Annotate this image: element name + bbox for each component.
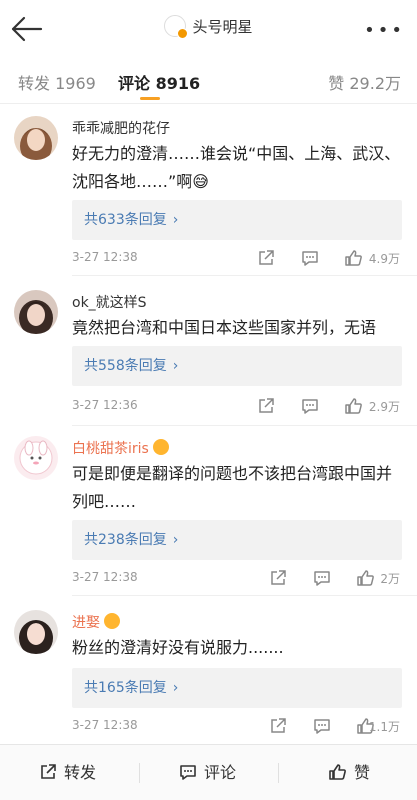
- view-replies-button[interactable]: 共633条回复 ›: [72, 200, 402, 240]
- chevron-right-icon: ›: [172, 358, 179, 374]
- comment-username[interactable]: 乖乖减肥的花仔: [72, 118, 170, 138]
- replies-count: 共633条回复: [84, 212, 167, 228]
- comment-item: 白桃甜茶iris 可是即便是翻译的问题也不该把台湾跟中国并列吧…… 共238条回…: [0, 436, 417, 596]
- tab-comment[interactable]: 评论 8916: [118, 70, 200, 94]
- share-icon[interactable]: [256, 248, 276, 268]
- share-icon[interactable]: [268, 716, 288, 736]
- replies-count: 共558条回复: [84, 358, 167, 374]
- comment-icon: [180, 764, 196, 780]
- avatar[interactable]: [14, 116, 58, 160]
- like-label: 赞: [354, 763, 371, 782]
- chevron-right-icon: ›: [172, 532, 179, 548]
- divider: [72, 595, 417, 596]
- account-name: 头号明星: [192, 18, 253, 36]
- comment-meta: 3-27 12:38 4.9万: [72, 248, 402, 268]
- tab-forward[interactable]: 转发 1969: [18, 70, 96, 94]
- member-badge-icon: [104, 613, 120, 629]
- comment-time: 3-27 12:38: [72, 718, 138, 732]
- like-icon[interactable]: [356, 568, 376, 588]
- comment-text: 好无力的澄清……谁会说“中国、上海、武汉、沈阳各地……”啊😅: [72, 144, 401, 191]
- like-count: 4.9万: [368, 252, 400, 266]
- divider: [139, 763, 140, 783]
- bottom-action-bar: 转发 评论 赞: [0, 744, 417, 800]
- comment-button[interactable]: 评论: [178, 745, 236, 800]
- avatar[interactable]: [14, 436, 58, 480]
- chevron-right-icon: ›: [172, 680, 179, 696]
- member-badge-icon: [152, 439, 169, 455]
- like-count: 2.9万: [368, 400, 400, 414]
- forward-button[interactable]: 转发: [38, 745, 96, 800]
- comment-item: 进娶 粉丝的澄清好没有说服力....... 共165条回复 › 3-27 12:3…: [0, 610, 417, 740]
- comment-username[interactable]: ok_就这样S: [72, 292, 147, 312]
- like-button[interactable]: 赞: [328, 745, 370, 800]
- like-icon[interactable]: [344, 396, 364, 416]
- comment-meta: 3-27 12:38 2万: [72, 568, 402, 588]
- comment-text: 可是即便是翻译的问题也不该把台湾跟中国并列吧……: [72, 464, 393, 511]
- comment-label: 评论: [204, 763, 237, 782]
- replies-count: 共165条回复: [84, 680, 167, 696]
- comment-text: 竟然把台湾和中国日本这些国家并列，无语: [72, 318, 377, 337]
- more-options-icon[interactable]: •••: [364, 20, 405, 41]
- avatar[interactable]: [14, 610, 58, 654]
- forward-icon: [41, 763, 56, 779]
- view-replies-button[interactable]: 共558条回复 ›: [72, 346, 402, 386]
- top-nav: 头号明星 •••: [0, 0, 417, 60]
- reply-icon[interactable]: [312, 716, 332, 736]
- divider: [72, 425, 417, 426]
- reply-icon[interactable]: [312, 568, 332, 588]
- like-icon[interactable]: [344, 248, 364, 268]
- account-logo-icon: [164, 14, 189, 39]
- page-title: 头号明星: [0, 14, 417, 39]
- share-icon[interactable]: [268, 568, 288, 588]
- share-icon[interactable]: [256, 396, 276, 416]
- comment-meta: 3-27 12:38 1.1万: [72, 716, 402, 736]
- comment-item: ok_就这样S 竟然把台湾和中国日本这些国家并列，无语 共558条回复 › 3-2…: [0, 290, 417, 426]
- comment-username[interactable]: 白桃甜茶iris: [72, 438, 169, 458]
- comment-item: 乖乖减肥的花仔 好无力的澄清……谁会说“中国、上海、武汉、沈阳各地……”啊😅 共…: [0, 116, 417, 276]
- like-icon: [329, 763, 346, 780]
- tab-bar: 转发 1969 评论 8916 赞 29.2万: [0, 60, 417, 104]
- chevron-right-icon: ›: [172, 212, 179, 228]
- comment-username[interactable]: 进娶: [72, 612, 120, 632]
- view-replies-button[interactable]: 共238条回复 ›: [72, 520, 402, 560]
- view-replies-button[interactable]: 共165条回复 ›: [72, 668, 402, 708]
- comment-time: 3-27 12:36: [72, 398, 138, 412]
- reply-icon[interactable]: [300, 248, 320, 268]
- comment-text: 粉丝的澄清好没有说服力.......: [72, 638, 284, 657]
- replies-count: 共238条回复: [84, 532, 167, 548]
- tab-like[interactable]: 赞 29.2万: [328, 70, 401, 94]
- comment-meta: 3-27 12:36 2.9万: [72, 396, 402, 416]
- forward-label: 转发: [64, 763, 97, 782]
- active-tab-indicator: [140, 97, 160, 100]
- username-text: 进娶: [72, 615, 100, 631]
- like-count: 2万: [380, 572, 400, 586]
- reply-icon[interactable]: [300, 396, 320, 416]
- comment-time: 3-27 12:38: [72, 250, 138, 264]
- divider: [278, 763, 279, 783]
- username-text: 白桃甜茶iris: [72, 441, 149, 457]
- like-count: 1.1万: [368, 720, 400, 734]
- avatar[interactable]: [14, 290, 58, 334]
- divider: [72, 275, 417, 276]
- comment-time: 3-27 12:38: [72, 570, 138, 584]
